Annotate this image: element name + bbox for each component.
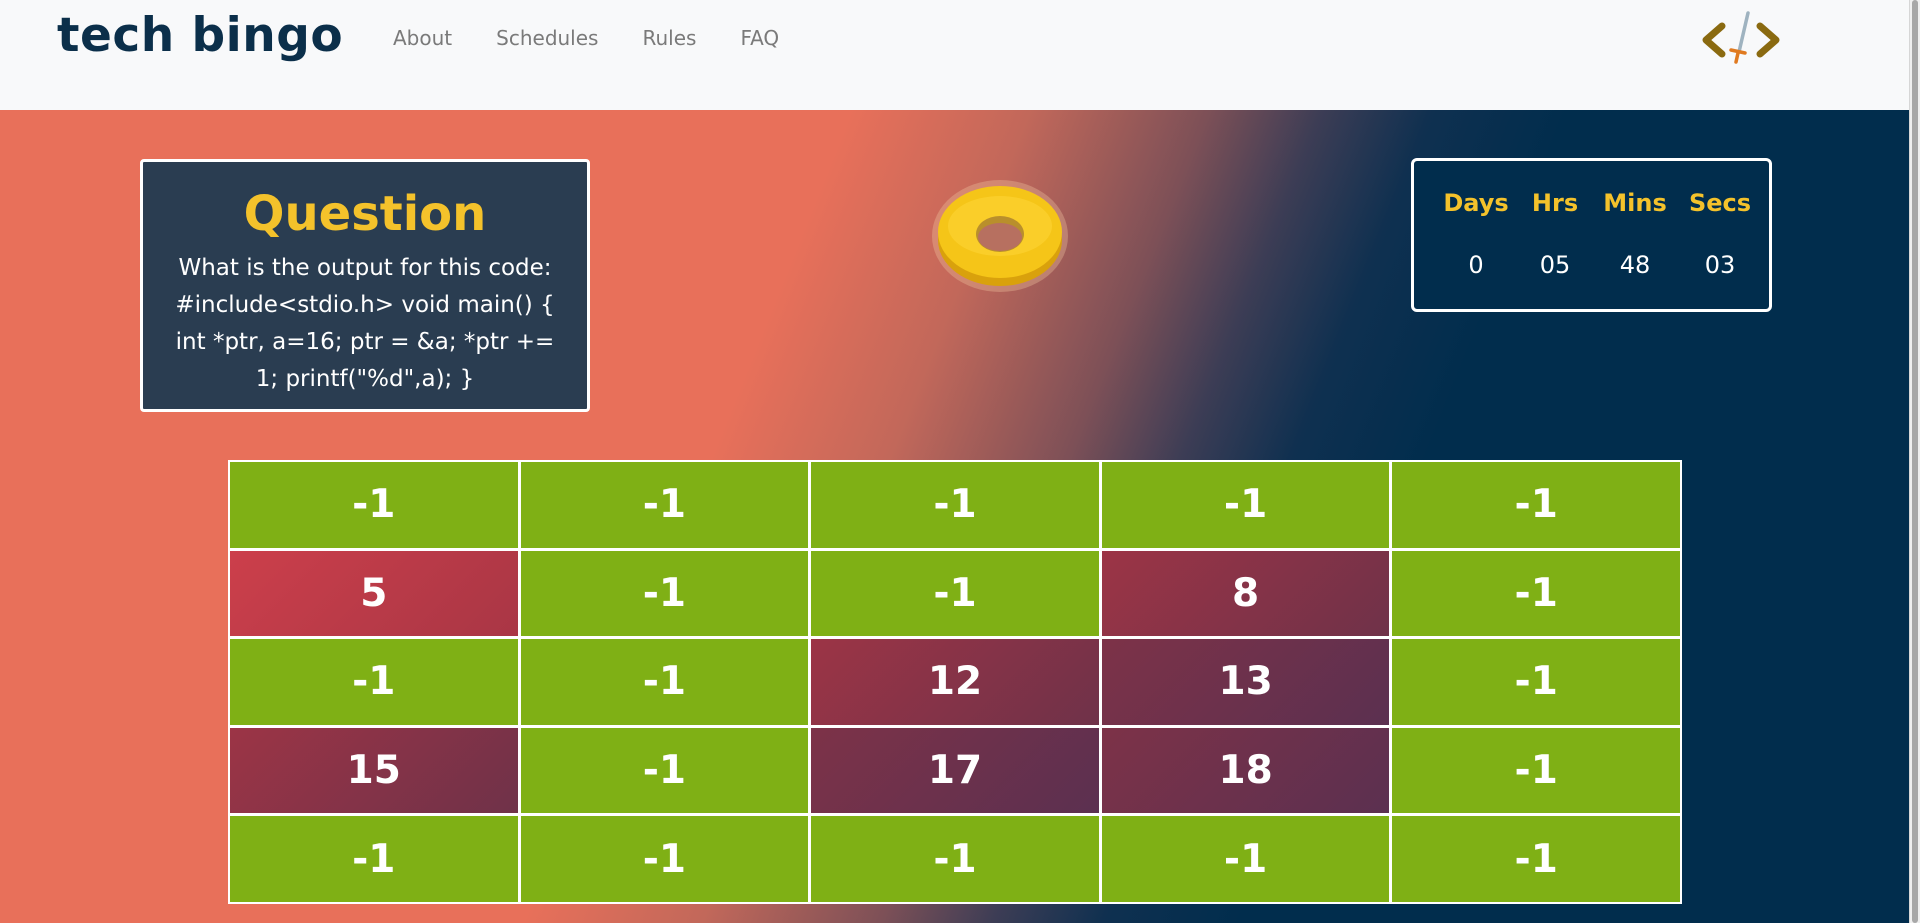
question-title: Question: [243, 186, 487, 242]
question-card: Question What is the output for this cod…: [140, 159, 590, 412]
bingo-cell[interactable]: -1: [1101, 816, 1390, 902]
top-navbar: tech bingo About Schedules Rules FAQ: [0, 0, 1910, 110]
nav-links: About Schedules Rules FAQ: [393, 26, 823, 50]
bingo-cell[interactable]: -1: [230, 639, 518, 725]
bingo-cell[interactable]: -1: [520, 550, 809, 637]
timer-days-value: 0: [1468, 251, 1484, 279]
bingo-cell[interactable]: -1: [230, 816, 518, 902]
timer-minutes-value: 48: [1619, 251, 1651, 279]
bingo-cell-marked[interactable]: 13: [1101, 639, 1390, 725]
timer-minutes-label: Mins: [1603, 189, 1667, 217]
timer-hours-label: Hrs: [1531, 189, 1579, 217]
question-text: What is the output for this code: #inclu…: [175, 255, 555, 392]
timer-seconds-value: 03: [1704, 251, 1736, 279]
bingo-cell-marked[interactable]: 15: [230, 727, 518, 814]
bingo-cell[interactable]: -1: [1392, 462, 1680, 548]
bingo-cell[interactable]: -1: [520, 727, 809, 814]
bingo-cell[interactable]: -1: [811, 462, 1099, 548]
bingo-cell[interactable]: -1: [520, 639, 809, 725]
page-scrollbar[interactable]: [1909, 0, 1920, 923]
game-area: Question What is the output for this cod…: [0, 110, 1910, 923]
nav-item-rules[interactable]: Rules: [642, 26, 696, 50]
bingo-cell-marked[interactable]: 8: [1101, 550, 1390, 637]
bingo-cell[interactable]: -1: [230, 462, 518, 548]
nav-item-schedules[interactable]: Schedules: [496, 26, 598, 50]
gold-ring-coin-icon: [930, 176, 1070, 300]
bingo-cell[interactable]: -1: [520, 462, 809, 548]
scrollbar-thumb[interactable]: [1912, 0, 1918, 923]
bingo-cell[interactable]: -1: [811, 816, 1099, 902]
bingo-cell[interactable]: -1: [1101, 462, 1390, 548]
bingo-cell[interactable]: -1: [1392, 639, 1680, 725]
bingo-board: -1 -1 -1 -1 -1 5 -1 -1 8 -1 -1 -1 12 13 …: [228, 460, 1682, 904]
timer-seconds-label: Secs: [1688, 189, 1752, 217]
nav-item-faq[interactable]: FAQ: [740, 26, 779, 50]
bingo-cell-marked[interactable]: 18: [1101, 727, 1390, 814]
nav-item-about[interactable]: About: [393, 26, 452, 50]
bingo-cell[interactable]: -1: [1392, 727, 1680, 814]
bingo-cell[interactable]: -1: [520, 816, 809, 902]
brand-title[interactable]: tech bingo: [57, 8, 343, 63]
bingo-cell[interactable]: -1: [811, 550, 1099, 637]
bingo-cell-marked[interactable]: 5: [230, 550, 518, 637]
bingo-cell-marked[interactable]: 17: [811, 727, 1099, 814]
code-sword-icon[interactable]: [1700, 10, 1782, 74]
bingo-cell-marked[interactable]: 12: [811, 639, 1099, 725]
bingo-cell[interactable]: -1: [1392, 550, 1680, 637]
countdown-timer: Days 0 Hrs 05 Mins 48 Secs 03: [1411, 158, 1772, 312]
timer-days-label: Days: [1443, 189, 1509, 217]
timer-hours-value: 05: [1539, 251, 1571, 279]
bingo-cell[interactable]: -1: [1392, 816, 1680, 902]
